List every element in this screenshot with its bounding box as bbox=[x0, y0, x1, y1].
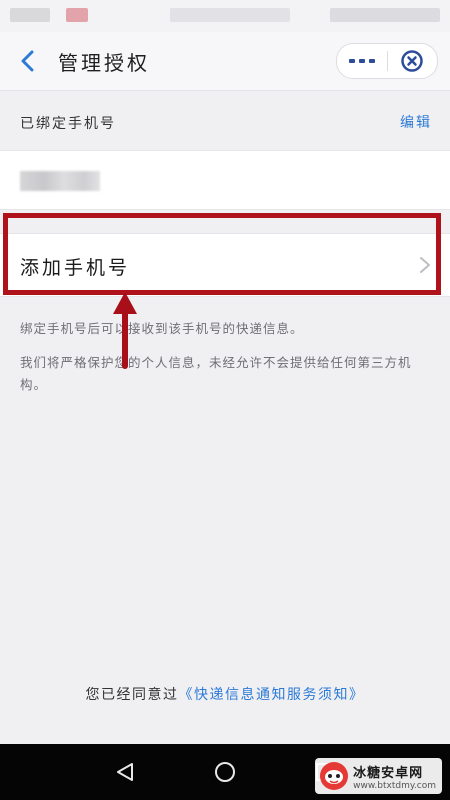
nav-home-button[interactable] bbox=[211, 758, 239, 786]
android-nav-bar: 冰糖安卓网 www.btxtdmy.com bbox=[0, 744, 450, 800]
more-dots-icon bbox=[348, 59, 375, 63]
watermark-logo-icon bbox=[320, 762, 349, 790]
back-button[interactable] bbox=[12, 45, 44, 77]
add-phone-label: 添加手机号 bbox=[20, 257, 131, 279]
miniprogram-capsule bbox=[336, 43, 438, 79]
close-button[interactable] bbox=[387, 44, 437, 78]
footer: 您已经同意过《快递信息通知服务须知》 bbox=[0, 684, 450, 704]
notice-text: 绑定手机号后可以接收到该手机号的快递信息。 bbox=[20, 321, 304, 336]
status-bar-blur bbox=[10, 8, 50, 22]
annotation-arrow-icon bbox=[113, 292, 137, 369]
more-button[interactable] bbox=[337, 44, 387, 78]
top-bar: 管理授权 bbox=[0, 32, 450, 91]
add-phone-row[interactable]: 添加手机号 bbox=[0, 233, 450, 297]
watermark-url: www.btxtdmy.com bbox=[353, 780, 436, 791]
edit-button[interactable]: 编辑 bbox=[400, 112, 432, 132]
notice-text: 我们将严格保护您的个人信息，未经允许不会提供给任何第三方机构。 bbox=[20, 355, 412, 392]
watermark: 冰糖安卓网 www.btxtdmy.com bbox=[315, 758, 442, 794]
status-bar-blur bbox=[330, 8, 440, 22]
watermark-name: 冰糖安卓网 bbox=[353, 765, 424, 781]
status-bar bbox=[0, 0, 450, 32]
circle-home-icon bbox=[215, 762, 235, 782]
bound-phone-label: 已绑定手机号 bbox=[20, 116, 116, 132]
nav-back-button[interactable] bbox=[111, 758, 139, 786]
page-title: 管理授权 bbox=[58, 51, 150, 75]
chevron-left-icon bbox=[21, 50, 34, 72]
footer-prefix: 您已经同意过 bbox=[85, 687, 179, 703]
chevron-right-icon bbox=[420, 257, 430, 273]
triangle-back-icon bbox=[117, 763, 133, 781]
masked-phone-number bbox=[20, 171, 100, 191]
watermark-text: 冰糖安卓网 www.btxtdmy.com bbox=[353, 762, 436, 791]
status-bar-blur bbox=[170, 8, 290, 22]
bound-phone-section-header: 已绑定手机号 编辑 bbox=[0, 91, 450, 149]
terms-link[interactable]: 《快递信息通知服务须知》 bbox=[179, 687, 365, 703]
screen: 管理授权 已绑定手机号 编辑 添加手机号 绑定手机号后可以接收到该手机号的快递信… bbox=[0, 0, 450, 800]
bound-phone-row bbox=[0, 150, 450, 210]
miniprogram-close-icon bbox=[401, 50, 423, 72]
status-bar-blur bbox=[66, 8, 88, 22]
